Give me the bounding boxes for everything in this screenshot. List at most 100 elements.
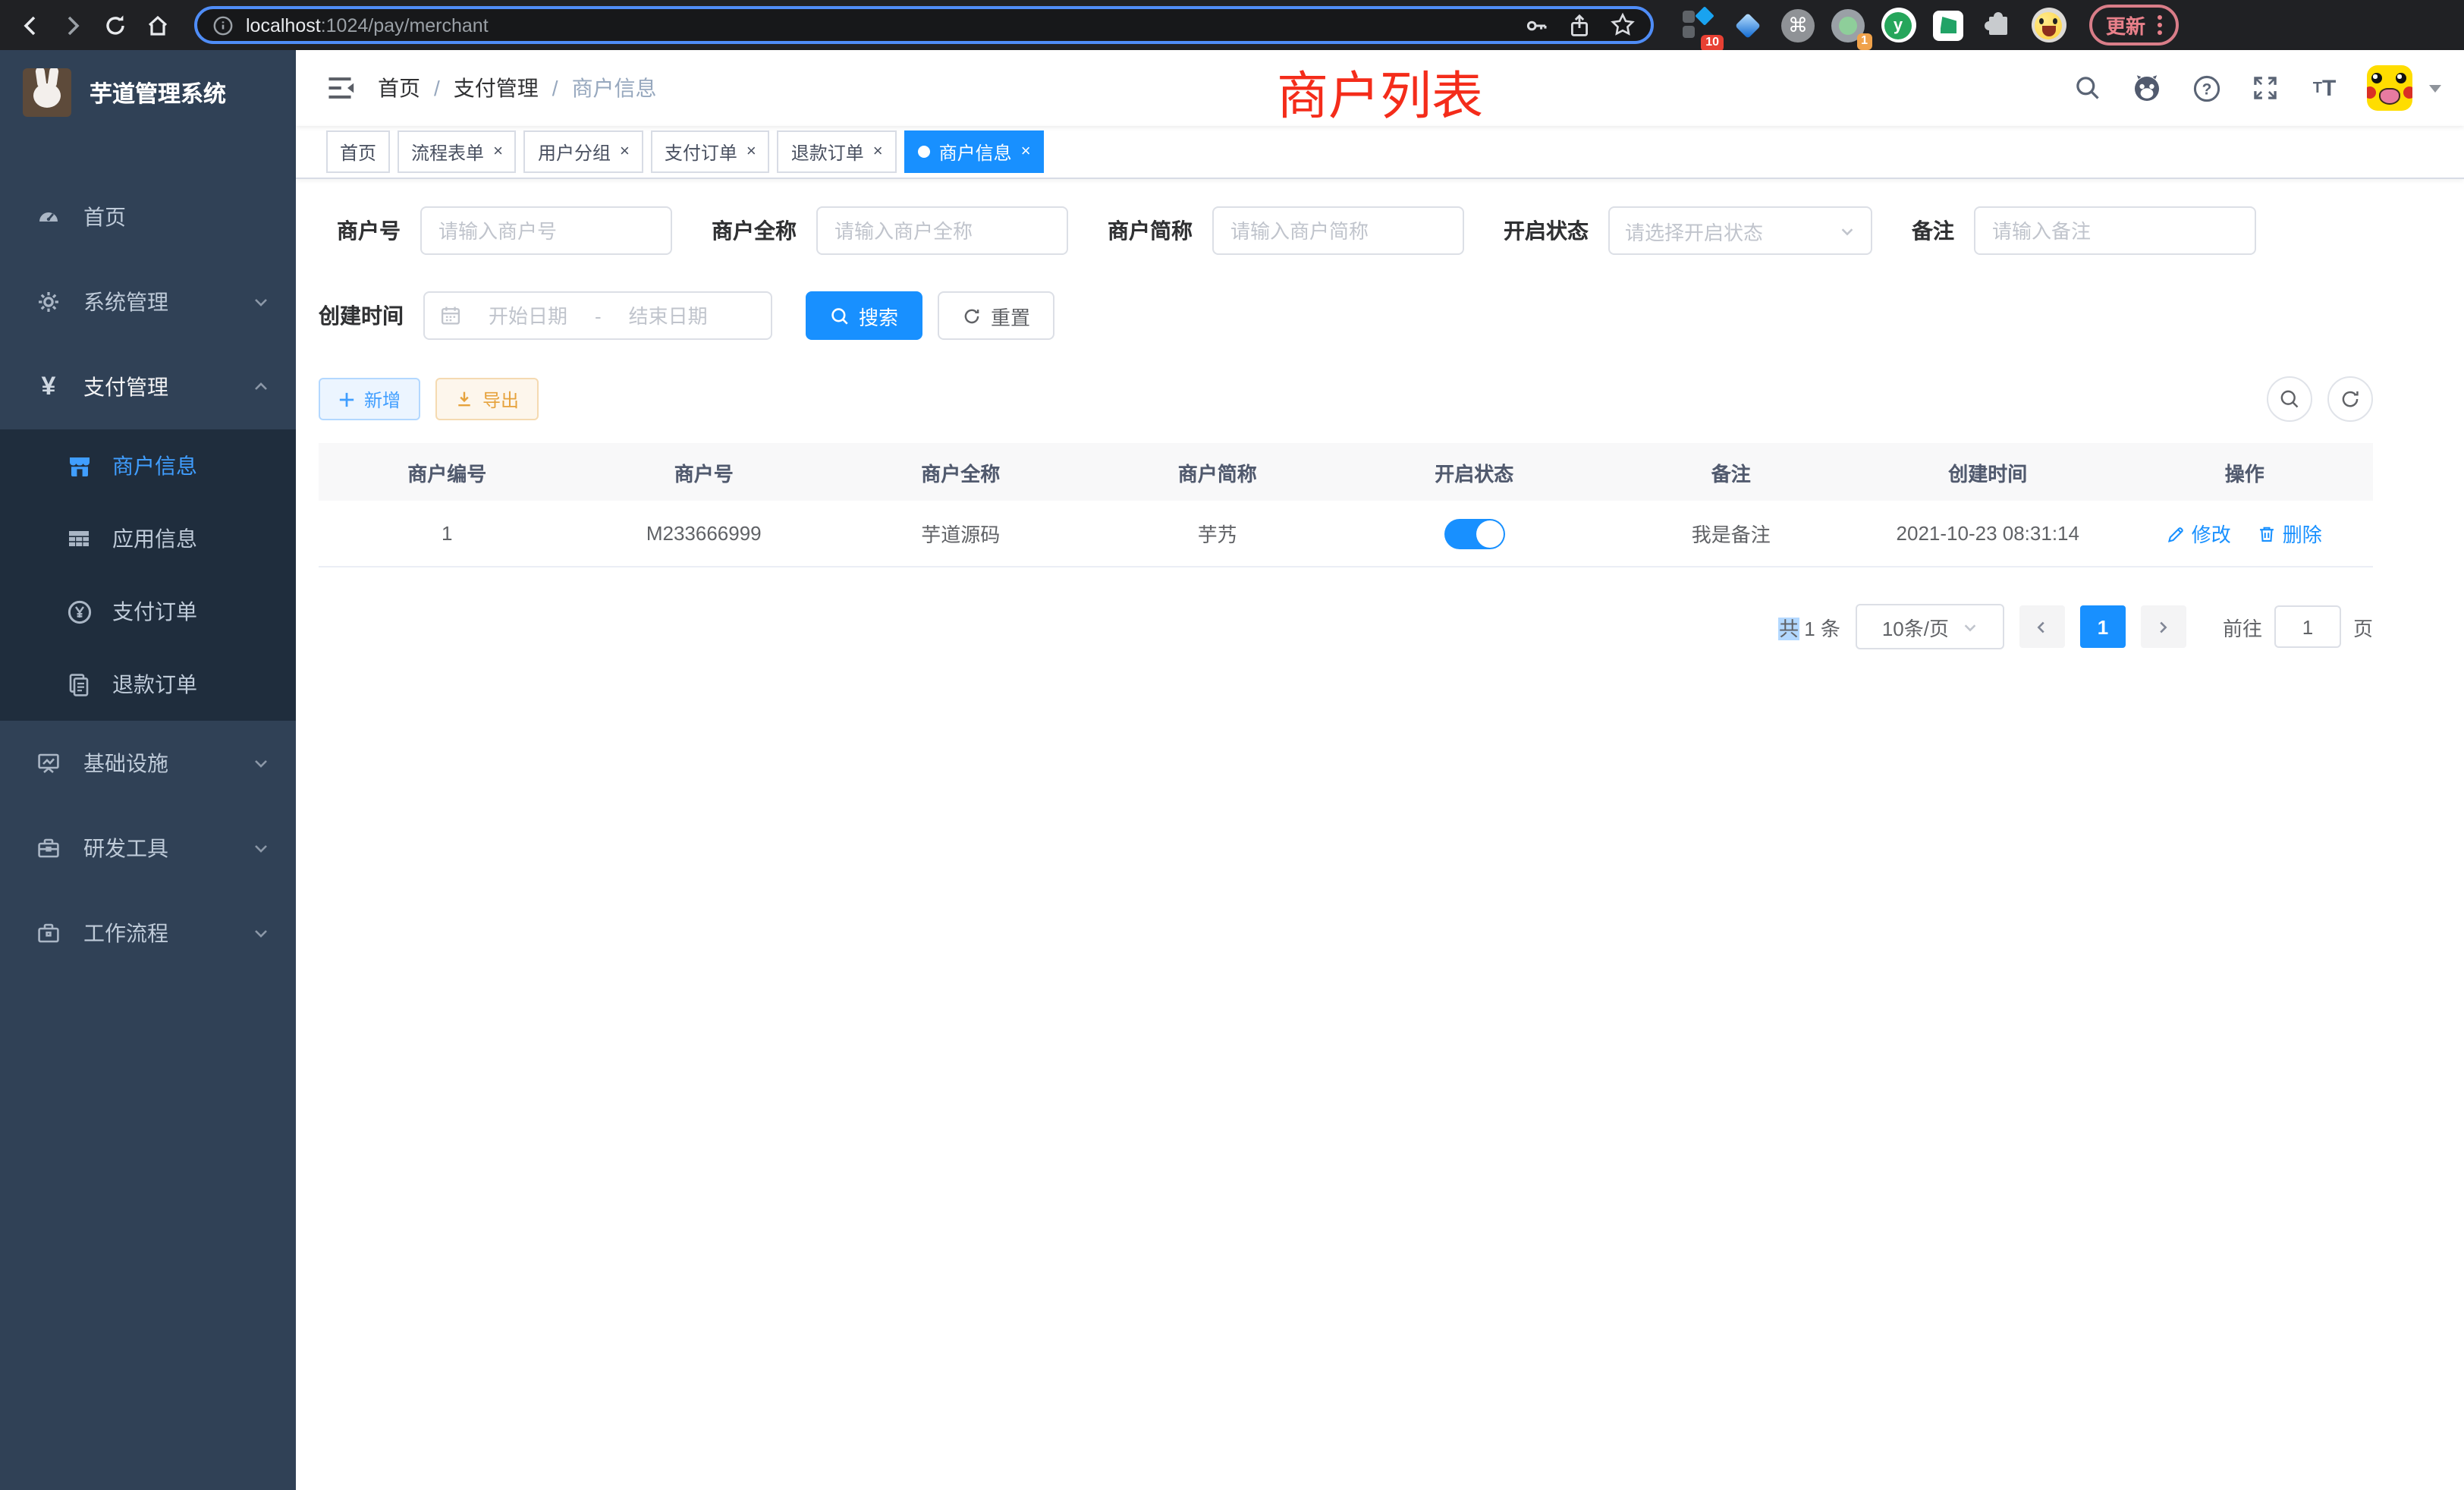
status-toggle[interactable] xyxy=(1444,518,1504,549)
chevron-up-icon xyxy=(252,378,270,396)
date-end-input[interactable] xyxy=(611,303,726,328)
extension-icon-2[interactable] xyxy=(1728,5,1768,45)
cell-remark: 我是备注 xyxy=(1603,519,1860,548)
page-number-1[interactable]: 1 xyxy=(2080,605,2126,648)
sidebar-item-label: 商户信息 xyxy=(112,451,197,481)
prev-page-button[interactable] xyxy=(2019,605,2065,648)
bookmark-star-icon[interactable] xyxy=(1610,12,1636,38)
extension-badge: 1 xyxy=(1856,33,1872,49)
font-size-icon[interactable]: TT xyxy=(2308,71,2341,105)
sidebar-fold-icon[interactable] xyxy=(323,71,357,105)
sidebar-item-system[interactable]: 系统管理 xyxy=(0,259,296,344)
close-icon[interactable]: × xyxy=(1021,143,1031,160)
pay-order-icon xyxy=(65,599,93,624)
browser-menu-icon[interactable] xyxy=(2158,15,2162,35)
full-name-input[interactable] xyxy=(816,206,1068,255)
sidebar-item-label: 首页 xyxy=(83,202,270,232)
date-start-input[interactable] xyxy=(470,303,586,328)
remark-input[interactable] xyxy=(1974,206,2256,255)
share-icon[interactable] xyxy=(1567,13,1592,37)
tab-home[interactable]: 首页 xyxy=(326,130,390,173)
sidebar-submenu-pay: 商户信息 应用信息 支付订单 xyxy=(0,429,296,721)
close-icon[interactable]: × xyxy=(620,143,630,160)
add-button[interactable]: 新增 xyxy=(319,378,420,420)
col-remark: 备注 xyxy=(1603,457,1860,486)
extension-icon-7[interactable] xyxy=(2029,5,2068,45)
extension-icon-4[interactable]: 1 xyxy=(1828,5,1868,45)
chevron-down-icon xyxy=(252,839,270,857)
tab-refund-order[interactable]: 退款订单× xyxy=(778,130,897,173)
merchant-no-input[interactable] xyxy=(420,206,672,255)
merchant-no-label: 商户号 xyxy=(337,215,401,246)
sidebar-item-merchant-info[interactable]: 商户信息 xyxy=(0,429,296,502)
sidebar-item-home[interactable]: 首页 xyxy=(0,174,296,259)
avatar[interactable] xyxy=(2367,65,2412,111)
sidebar-item-infra[interactable]: 基础设施 xyxy=(0,721,296,806)
url-bar[interactable]: localhost:1024/pay/merchant xyxy=(194,6,1654,44)
url-path: :1024/pay/merchant xyxy=(321,14,489,36)
breadcrumb-pay[interactable]: 支付管理 xyxy=(454,73,539,103)
sidebar-item-label: 基础设施 xyxy=(83,748,252,778)
monitor-chart-icon xyxy=(35,751,62,775)
breadcrumb-home[interactable]: 首页 xyxy=(378,73,420,103)
page-size-select[interactable]: 10条/页 xyxy=(1856,604,2004,649)
url-host: localhost xyxy=(246,14,321,36)
short-name-input[interactable] xyxy=(1212,206,1464,255)
help-icon[interactable]: ? xyxy=(2189,71,2223,105)
edit-pencil-icon xyxy=(2167,524,2186,542)
dashboard-icon xyxy=(35,205,62,229)
grid-table-icon xyxy=(65,527,93,551)
sidebar-item-pay[interactable]: ¥ 支付管理 xyxy=(0,344,296,429)
search-icon[interactable] xyxy=(2071,71,2104,105)
create-time-label: 创建时间 xyxy=(319,300,404,331)
update-label: 更新 xyxy=(2106,11,2145,39)
avatar-caret-icon[interactable] xyxy=(2429,84,2441,92)
refund-doc-icon xyxy=(65,672,93,696)
sidebar-item-pay-order[interactable]: 支付订单 xyxy=(0,575,296,648)
extensions-puzzle-icon[interactable] xyxy=(1978,5,2018,45)
tab-pay-order[interactable]: 支付订单× xyxy=(651,130,770,173)
browser-reload-button[interactable] xyxy=(97,7,134,43)
export-button[interactable]: 导出 xyxy=(435,378,539,420)
sidebar-item-app-info[interactable]: 应用信息 xyxy=(0,502,296,575)
edit-button[interactable]: 修改 xyxy=(2167,519,2231,548)
sidebar-item-workflow[interactable]: 工作流程 xyxy=(0,891,296,976)
close-icon[interactable]: × xyxy=(493,143,503,160)
github-icon[interactable] xyxy=(2130,71,2164,105)
site-info-icon[interactable] xyxy=(212,14,234,36)
extension-icon-1[interactable]: 10 xyxy=(1678,5,1718,45)
next-page-button[interactable] xyxy=(2141,605,2186,648)
tab-merchant-info[interactable]: 商户信息× xyxy=(904,130,1045,173)
create-time-range-picker[interactable]: - xyxy=(423,291,772,340)
extension-icon-6[interactable] xyxy=(1928,5,1968,45)
extension-icon-5[interactable]: y xyxy=(1878,5,1918,45)
sidebar-item-label: 研发工具 xyxy=(83,833,252,863)
status-select[interactable]: 请选择开启状态 xyxy=(1608,206,1872,255)
sidebar-item-label: 系统管理 xyxy=(83,287,252,317)
delete-button[interactable]: 删除 xyxy=(2258,519,2322,548)
goto-page-input[interactable] xyxy=(2274,605,2341,648)
browser-update-button[interactable]: 更新 xyxy=(2089,5,2179,46)
col-create-time: 创建时间 xyxy=(1859,457,2117,486)
chevron-down-icon xyxy=(1839,222,1856,239)
browser-home-button[interactable] xyxy=(140,7,176,43)
refresh-icon xyxy=(2340,388,2361,410)
extension-icon-3[interactable]: ⌘ xyxy=(1778,5,1818,45)
cell-merchant-no: M233666999 xyxy=(576,522,833,545)
close-icon[interactable]: × xyxy=(873,143,883,160)
sidebar-item-devtool[interactable]: 研发工具 xyxy=(0,806,296,891)
tab-process-form[interactable]: 流程表单× xyxy=(398,130,517,173)
toggle-search-button[interactable] xyxy=(2267,376,2312,422)
reset-button[interactable]: 重置 xyxy=(938,291,1054,340)
search-button[interactable]: 搜索 xyxy=(806,291,922,340)
refresh-table-button[interactable] xyxy=(2327,376,2373,422)
close-icon[interactable]: × xyxy=(746,143,756,160)
merchant-table: 商户编号 商户号 商户全称 商户简称 开启状态 备注 创建时间 操作 1 M23… xyxy=(319,443,2373,567)
password-key-icon[interactable] xyxy=(1525,13,1549,37)
sidebar-item-refund-order[interactable]: 退款订单 xyxy=(0,648,296,721)
browser-back-button[interactable] xyxy=(12,7,49,43)
fullscreen-icon[interactable] xyxy=(2249,71,2282,105)
tab-user-group[interactable]: 用户分组× xyxy=(524,130,643,173)
browser-forward-button[interactable] xyxy=(55,7,91,43)
logo[interactable]: 芋道管理系统 xyxy=(0,50,296,135)
